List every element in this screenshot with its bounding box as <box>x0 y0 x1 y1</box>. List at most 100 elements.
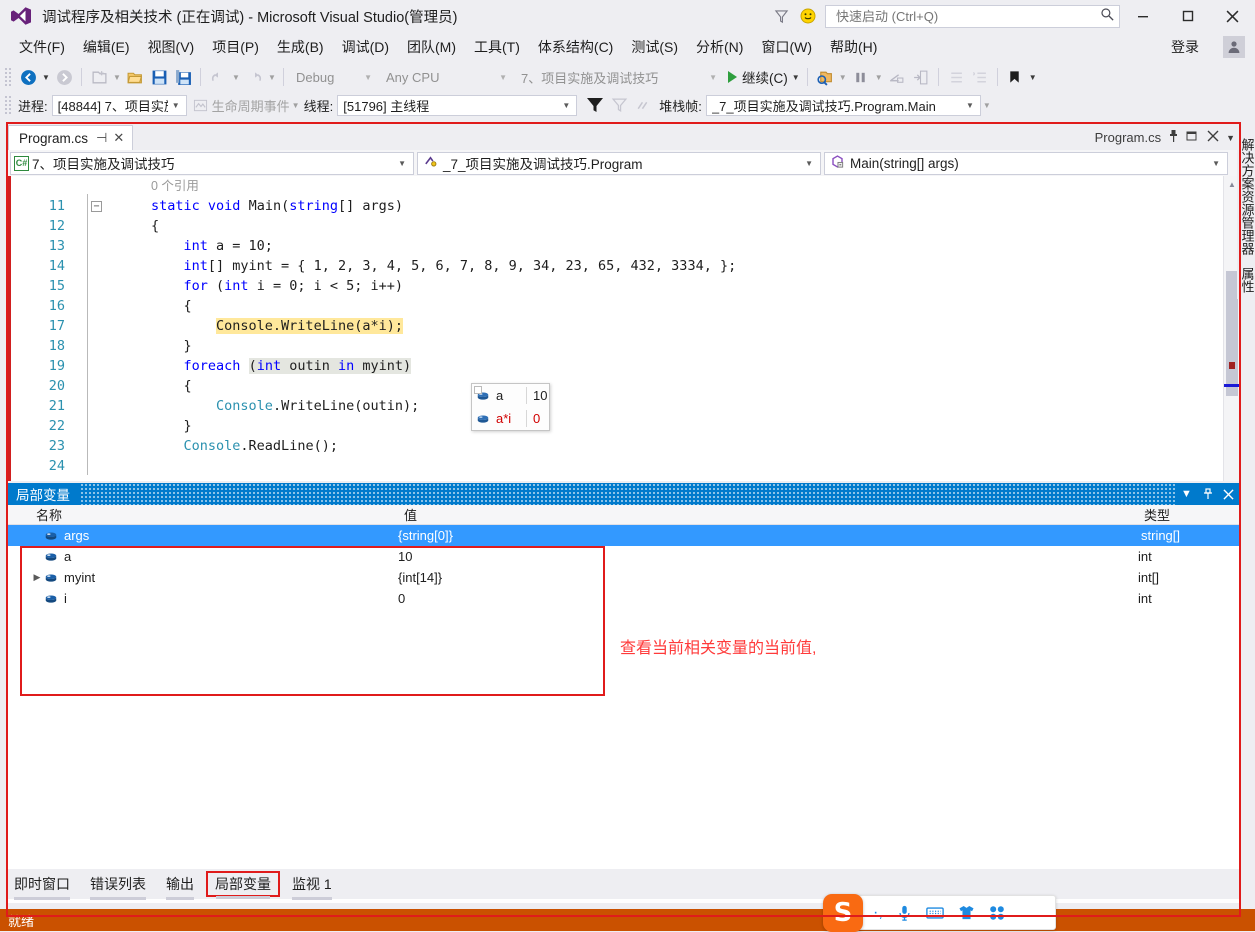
code-line-20[interactable]: 20 { <box>11 376 1239 396</box>
close-document-icon[interactable] <box>1207 130 1219 145</box>
column-header-value[interactable]: 值 <box>398 505 1138 524</box>
float-document-icon[interactable] <box>1186 129 1200 146</box>
code-editor[interactable]: 0 个引用 11 − static void Main(string[] arg… <box>8 176 1239 481</box>
menu-item-build[interactable]: 生成(B) <box>268 34 333 60</box>
code-line-13[interactable]: 13 int a = 10; <box>11 236 1239 256</box>
toolbar-grip[interactable] <box>4 95 12 115</box>
startup-project-dropdown[interactable]: 7、项目实施及调试技巧 ▼ <box>514 66 724 88</box>
tab-watch-1[interactable]: 监视 1 <box>284 872 340 896</box>
pin-tab-icon[interactable]: ⊣ <box>96 130 107 146</box>
flag-filter-icon[interactable] <box>583 93 607 117</box>
fold-margin[interactable]: − <box>91 201 111 212</box>
navigate-back-button[interactable] <box>16 65 40 89</box>
quick-launch-box[interactable] <box>825 5 1120 28</box>
break-caret-icon[interactable]: ▼ <box>873 65 885 89</box>
code-line-19[interactable]: 19 foreach (int outin in myint) <box>11 356 1239 376</box>
undo-icon[interactable] <box>206 65 230 89</box>
code-line-24[interactable]: 24 <box>11 456 1239 476</box>
code-line-21[interactable]: 21 Console.WriteLine(outin); <box>11 396 1239 416</box>
collapse-icon[interactable]: − <box>91 201 102 212</box>
new-project-icon[interactable] <box>87 65 111 89</box>
code-line-18[interactable]: 18 } <box>11 336 1239 356</box>
codelens-references[interactable]: 0 个引用 <box>111 176 1239 196</box>
menu-item-analyze[interactable]: 分析(N) <box>687 34 752 60</box>
save-all-icon[interactable] <box>171 65 195 89</box>
process-dropdown[interactable]: [48844] 7、项目实施及调试技巧. ▼ <box>52 95 187 116</box>
locals-row-args[interactable]: args {string[0]} string[] <box>8 525 1239 546</box>
flag-threads-icon[interactable] <box>607 93 631 117</box>
quick-launch-input[interactable] <box>834 8 1100 25</box>
locals-row-myint[interactable]: ▶ myint {int[14]} int[] <box>8 567 1239 588</box>
undo-caret-icon[interactable]: ▼ <box>230 65 242 89</box>
datatip-grip-icon[interactable] <box>474 386 482 394</box>
menu-item-test[interactable]: 测试(S) <box>622 34 687 60</box>
save-file-icon[interactable] <box>147 65 171 89</box>
row-expander[interactable]: ▶ <box>30 572 44 583</box>
menu-item-architecture[interactable]: 体系结构(C) <box>529 34 622 60</box>
bookmark-caret-icon[interactable]: ▼ <box>1027 65 1039 89</box>
debugger-datatip[interactable]: a 10 a*i 0 <box>471 383 550 431</box>
redo-icon[interactable] <box>242 65 266 89</box>
menu-item-debug[interactable]: 调试(D) <box>333 34 398 60</box>
lifecycle-events-button[interactable]: 生命周期事件 <box>193 96 290 115</box>
menu-item-project[interactable]: 项目(P) <box>203 34 268 60</box>
code-line-12[interactable]: 12 { <box>11 216 1239 236</box>
member-dropdown[interactable]: Main(string[] args) ▼ <box>824 152 1228 175</box>
column-header-type[interactable]: 类型 <box>1138 505 1239 524</box>
redo-caret-icon[interactable]: ▼ <box>266 65 278 89</box>
datatip-row[interactable]: a*i 0 <box>472 407 549 430</box>
thread-dropdown[interactable]: [51796] 主线程 ▼ <box>337 95 577 116</box>
code-line-16[interactable]: 16 { <box>11 296 1239 316</box>
sogou-logo-icon[interactable]: S <box>823 894 863 932</box>
panel-menu-caret-icon[interactable]: ▼ <box>1176 483 1197 505</box>
step-into-icon[interactable] <box>909 65 933 89</box>
new-project-caret-icon[interactable]: ▼ <box>111 65 123 89</box>
locals-variable-value[interactable]: 10 <box>398 549 1138 564</box>
close-button[interactable] <box>1210 0 1255 32</box>
menu-item-team[interactable]: 团队(M) <box>398 34 465 60</box>
tab-output[interactable]: 输出 <box>158 872 202 896</box>
sign-in-button[interactable]: 登录 <box>1161 34 1209 60</box>
overflow-caret-icon[interactable]: ▼ <box>981 93 993 117</box>
document-menu-caret-icon[interactable]: ▼ <box>1226 133 1235 143</box>
locals-row-a[interactable]: a 10 int <box>8 546 1239 567</box>
sidebar-tab-solution-explorer[interactable]: 解决方案资源管理器 <box>1237 132 1255 261</box>
attach-to-process-icon[interactable] <box>813 65 837 89</box>
type-dropdown[interactable]: _7_项目实施及调试技巧.Program ▼ <box>417 152 821 175</box>
tab-locals[interactable]: 局部变量 <box>206 871 280 897</box>
minimize-button[interactable] <box>1120 0 1165 32</box>
code-line-22[interactable]: 22 } <box>11 416 1239 436</box>
menu-item-tools[interactable]: 工具(T) <box>465 34 529 60</box>
locals-variable-value[interactable]: 0 <box>398 591 1138 606</box>
menu-item-window[interactable]: 窗口(W) <box>752 34 821 60</box>
code-text-area[interactable]: 0 个引用 11 − static void Main(string[] arg… <box>11 176 1239 476</box>
solution-configuration-dropdown[interactable]: Debug ▼ <box>289 66 379 88</box>
navigate-forward-button[interactable] <box>52 65 76 89</box>
document-tab-program-cs[interactable]: Program.cs ⊣ ✕ <box>8 125 133 150</box>
menu-item-view[interactable]: 视图(V) <box>139 34 204 60</box>
panel-drag-area[interactable] <box>80 483 1176 505</box>
code-line-17[interactable]: 17 Console.WriteLine(a*i); <box>11 316 1239 336</box>
tab-immediate-window[interactable]: 即时窗口 <box>6 872 78 896</box>
lifecycle-caret-icon[interactable]: ▼ <box>290 93 302 117</box>
show-next-statement-icon[interactable] <box>968 65 992 89</box>
microphone-icon[interactable] <box>897 905 912 921</box>
attach-caret-icon[interactable]: ▼ <box>837 65 849 89</box>
sogou-ime-toolbar[interactable]: S 英 ·, <box>828 895 1056 930</box>
search-icon[interactable] <box>1100 7 1115 25</box>
navigate-back-caret-icon[interactable]: ▼ <box>40 65 52 89</box>
solution-platform-dropdown[interactable]: Any CPU ▼ <box>379 66 514 88</box>
project-dropdown[interactable]: C# 7、项目实施及调试技巧 ▼ <box>10 152 414 175</box>
continue-caret-icon[interactable]: ▼ <box>790 65 802 89</box>
code-line-11[interactable]: 11 − static void Main(string[] args) <box>11 196 1239 216</box>
step-over-icon[interactable] <box>885 65 909 89</box>
datatip-row[interactable]: a 10 <box>472 384 549 407</box>
locals-variable-value[interactable]: {string[0]} <box>398 528 1138 543</box>
menu-item-help[interactable]: 帮助(H) <box>821 34 886 60</box>
column-header-name[interactable]: 名称 <box>8 505 398 524</box>
break-all-icon[interactable] <box>849 65 873 89</box>
menu-item-edit[interactable]: 编辑(E) <box>74 34 139 60</box>
send-feedback-smiley-icon[interactable] <box>795 0 821 32</box>
step-out-icon[interactable] <box>944 65 968 89</box>
toolbar-grip[interactable] <box>4 67 12 87</box>
